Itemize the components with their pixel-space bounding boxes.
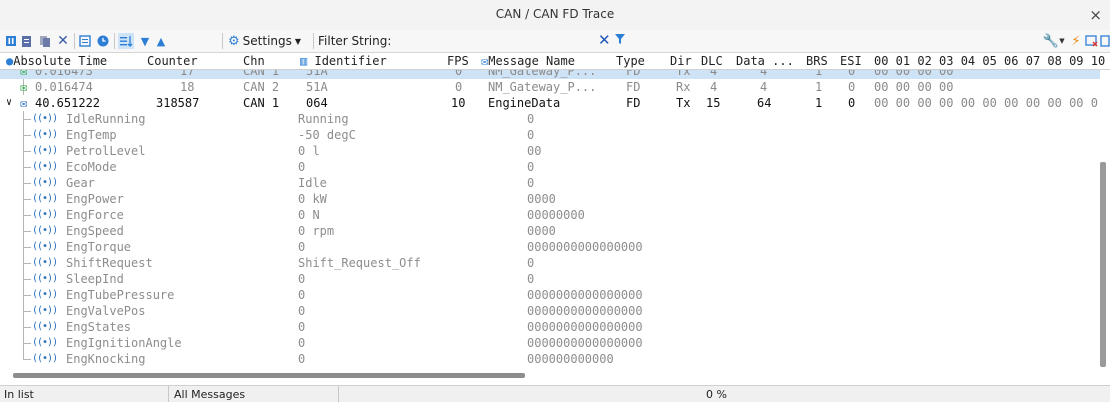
status-in-list: In list — [4, 388, 34, 401]
envelope-icon: ✉ — [20, 70, 28, 78]
delete-icon[interactable]: ✕ — [56, 33, 70, 49]
toolbar-separator — [114, 33, 115, 49]
clock-icon[interactable] — [96, 33, 110, 49]
signal-icon: ((•)) — [32, 177, 58, 188]
title-bar: CAN / CAN FD Trace × — [0, 0, 1110, 31]
arrow-down-icon[interactable]: ▼ — [138, 33, 152, 49]
col-counter[interactable]: Counter — [147, 54, 198, 68]
signal-row[interactable]: ((•)) SleepInd 0 0 — [0, 271, 1100, 287]
col-message-name[interactable]: ✉Message Name — [481, 54, 575, 68]
signal-icon: ((•)) — [32, 273, 58, 284]
identifier-icon: ▥ — [300, 54, 308, 68]
lightning-icon[interactable]: ⚡ — [1070, 33, 1082, 49]
signal-row[interactable]: ((•)) EcoMode 0 0 — [0, 159, 1100, 175]
col-fps[interactable]: FPS — [447, 54, 469, 68]
signal-row[interactable]: ((•)) EngTemp -50 degC 0 — [0, 127, 1100, 143]
horizontal-scroll-thumb[interactable] — [13, 373, 525, 378]
col-data-bytes[interactable]: 00 01 02 03 04 05 06 07 08 09 10 — [874, 54, 1105, 68]
envelope-icon: ✉ — [20, 80, 28, 94]
signal-row[interactable]: ((•)) ShiftRequest Shift_Request_Off 0 — [0, 255, 1100, 271]
col-brs[interactable]: BRS — [806, 54, 828, 68]
chevron-down-icon[interactable]: ▼ — [1058, 33, 1066, 49]
scroll-mode-icon[interactable] — [118, 33, 134, 49]
signal-icon: ((•)) — [32, 209, 58, 220]
col-channel[interactable]: Chn — [243, 54, 265, 68]
col-absolute-time[interactable]: ●Absolute Time — [6, 54, 107, 68]
export-icon[interactable] — [1100, 33, 1110, 49]
document-icon[interactable] — [20, 33, 34, 49]
settings-button[interactable]: ⚙ Settings ▼ — [228, 32, 301, 50]
col-dlc[interactable]: DLC — [701, 54, 723, 68]
signal-icon: ((•)) — [32, 257, 58, 268]
signal-row[interactable]: ((•)) EngPower 0 kW 0000 — [0, 191, 1100, 207]
col-type[interactable]: Type — [616, 54, 645, 68]
envelope-icon: ✉ — [20, 96, 28, 110]
signal-icon: ((•)) — [32, 193, 58, 204]
signal-row[interactable]: ((•)) PetrolLevel 0 l 00 — [0, 143, 1100, 159]
signal-icon: ((•)) — [32, 321, 58, 332]
signal-icon: ((•)) — [32, 225, 58, 236]
signal-row[interactable]: ((•)) EngKnocking 0 000000000000 — [0, 351, 1100, 367]
list-view-icon[interactable] — [78, 33, 92, 49]
signal-icon: ((•)) — [32, 337, 58, 348]
clear-window-icon[interactable] — [1085, 33, 1099, 49]
filter-input[interactable] — [396, 32, 600, 48]
toolbar: ✕ ▼ ▲ ⚙ Settings ▼ Filter String: ✕ 🔧 ▼ … — [0, 30, 1110, 53]
status-bar: In list All Messages 0 % — [0, 385, 1110, 402]
status-divider — [168, 386, 169, 402]
clear-filter-icon[interactable]: ✕ — [598, 31, 611, 49]
signal-row[interactable]: ((•)) EngIgnitionAngle 0 0000000000000000 — [0, 335, 1100, 351]
col-esi[interactable]: ESI — [840, 54, 862, 68]
window-title: CAN / CAN FD Trace — [495, 7, 615, 21]
signal-icon: ((•)) — [32, 129, 58, 140]
signal-row[interactable]: ((•)) EngValvePos 0 0000000000000000 — [0, 303, 1100, 319]
signal-row[interactable]: ((•)) IdleRunning Running 0 — [0, 111, 1100, 127]
close-icon[interactable]: × — [1089, 6, 1102, 24]
arrow-up-icon[interactable]: ▲ — [154, 33, 168, 49]
table-row[interactable]: ✉ 0.016473 17 CAN 1 51A 0 NM_Gateway_P..… — [0, 70, 1100, 79]
gear-icon: ⚙ — [228, 33, 240, 49]
settings-label: Settings — [242, 34, 292, 48]
signal-row[interactable]: ((•)) EngTorque 0 0000000000000000 — [0, 239, 1100, 255]
signal-row[interactable]: ((•)) EngStates 0 0000000000000000 — [0, 319, 1100, 335]
status-filter: All Messages — [174, 388, 246, 401]
status-progress: 0 % — [706, 388, 727, 401]
col-identifier[interactable]: ▥ Identifier — [300, 54, 387, 68]
vertical-scroll-thumb[interactable] — [1100, 162, 1106, 367]
signal-row[interactable]: ((•)) EngTubePressure 0 0000000000000000 — [0, 287, 1100, 303]
toolbar-separator — [313, 33, 314, 49]
col-data-length[interactable]: Data ... — [736, 54, 794, 68]
tools-icon[interactable]: 🔧 — [1043, 33, 1059, 49]
trace-list[interactable]: ✉ 0.016473 17 CAN 1 51A 0 NM_Gateway_P..… — [0, 70, 1100, 370]
chevron-down-icon[interactable]: ∨ — [6, 95, 12, 111]
signal-icon: ((•)) — [32, 113, 58, 124]
col-dir[interactable]: Dir — [670, 54, 692, 68]
chevron-down-icon: ▼ — [294, 36, 302, 46]
toolbar-separator — [222, 33, 223, 49]
status-divider — [338, 386, 339, 402]
funnel-icon[interactable] — [614, 33, 626, 48]
toolbar-separator — [74, 33, 75, 49]
pause-icon[interactable] — [4, 33, 18, 49]
signal-icon: ((•)) — [32, 289, 58, 300]
signal-icon: ((•)) — [32, 305, 58, 316]
table-row[interactable]: ✉ 0.016474 18 CAN 2 51A 0 NM_Gateway_P..… — [0, 79, 1100, 95]
filter-label: Filter String: — [318, 34, 392, 48]
document-copy-icon[interactable] — [38, 33, 52, 49]
signal-icon: ((•)) — [32, 241, 58, 252]
signal-row[interactable]: ((•)) EngForce 0 N 00000000 — [0, 207, 1100, 223]
signal-row[interactable]: ((•)) EngSpeed 0 rpm 0000 — [0, 223, 1100, 239]
table-row[interactable]: ∨ ✉ 40.651222 318587 CAN 1 064 10 Engine… — [0, 95, 1100, 111]
signal-icon: ((•)) — [32, 145, 58, 156]
signal-row[interactable]: ((•)) Gear Idle 0 — [0, 175, 1100, 191]
signal-icon: ((•)) — [32, 161, 58, 172]
signal-icon: ((•)) — [32, 353, 58, 364]
column-header: ●Absolute Time Counter Chn ▥ Identifier … — [0, 53, 1110, 70]
